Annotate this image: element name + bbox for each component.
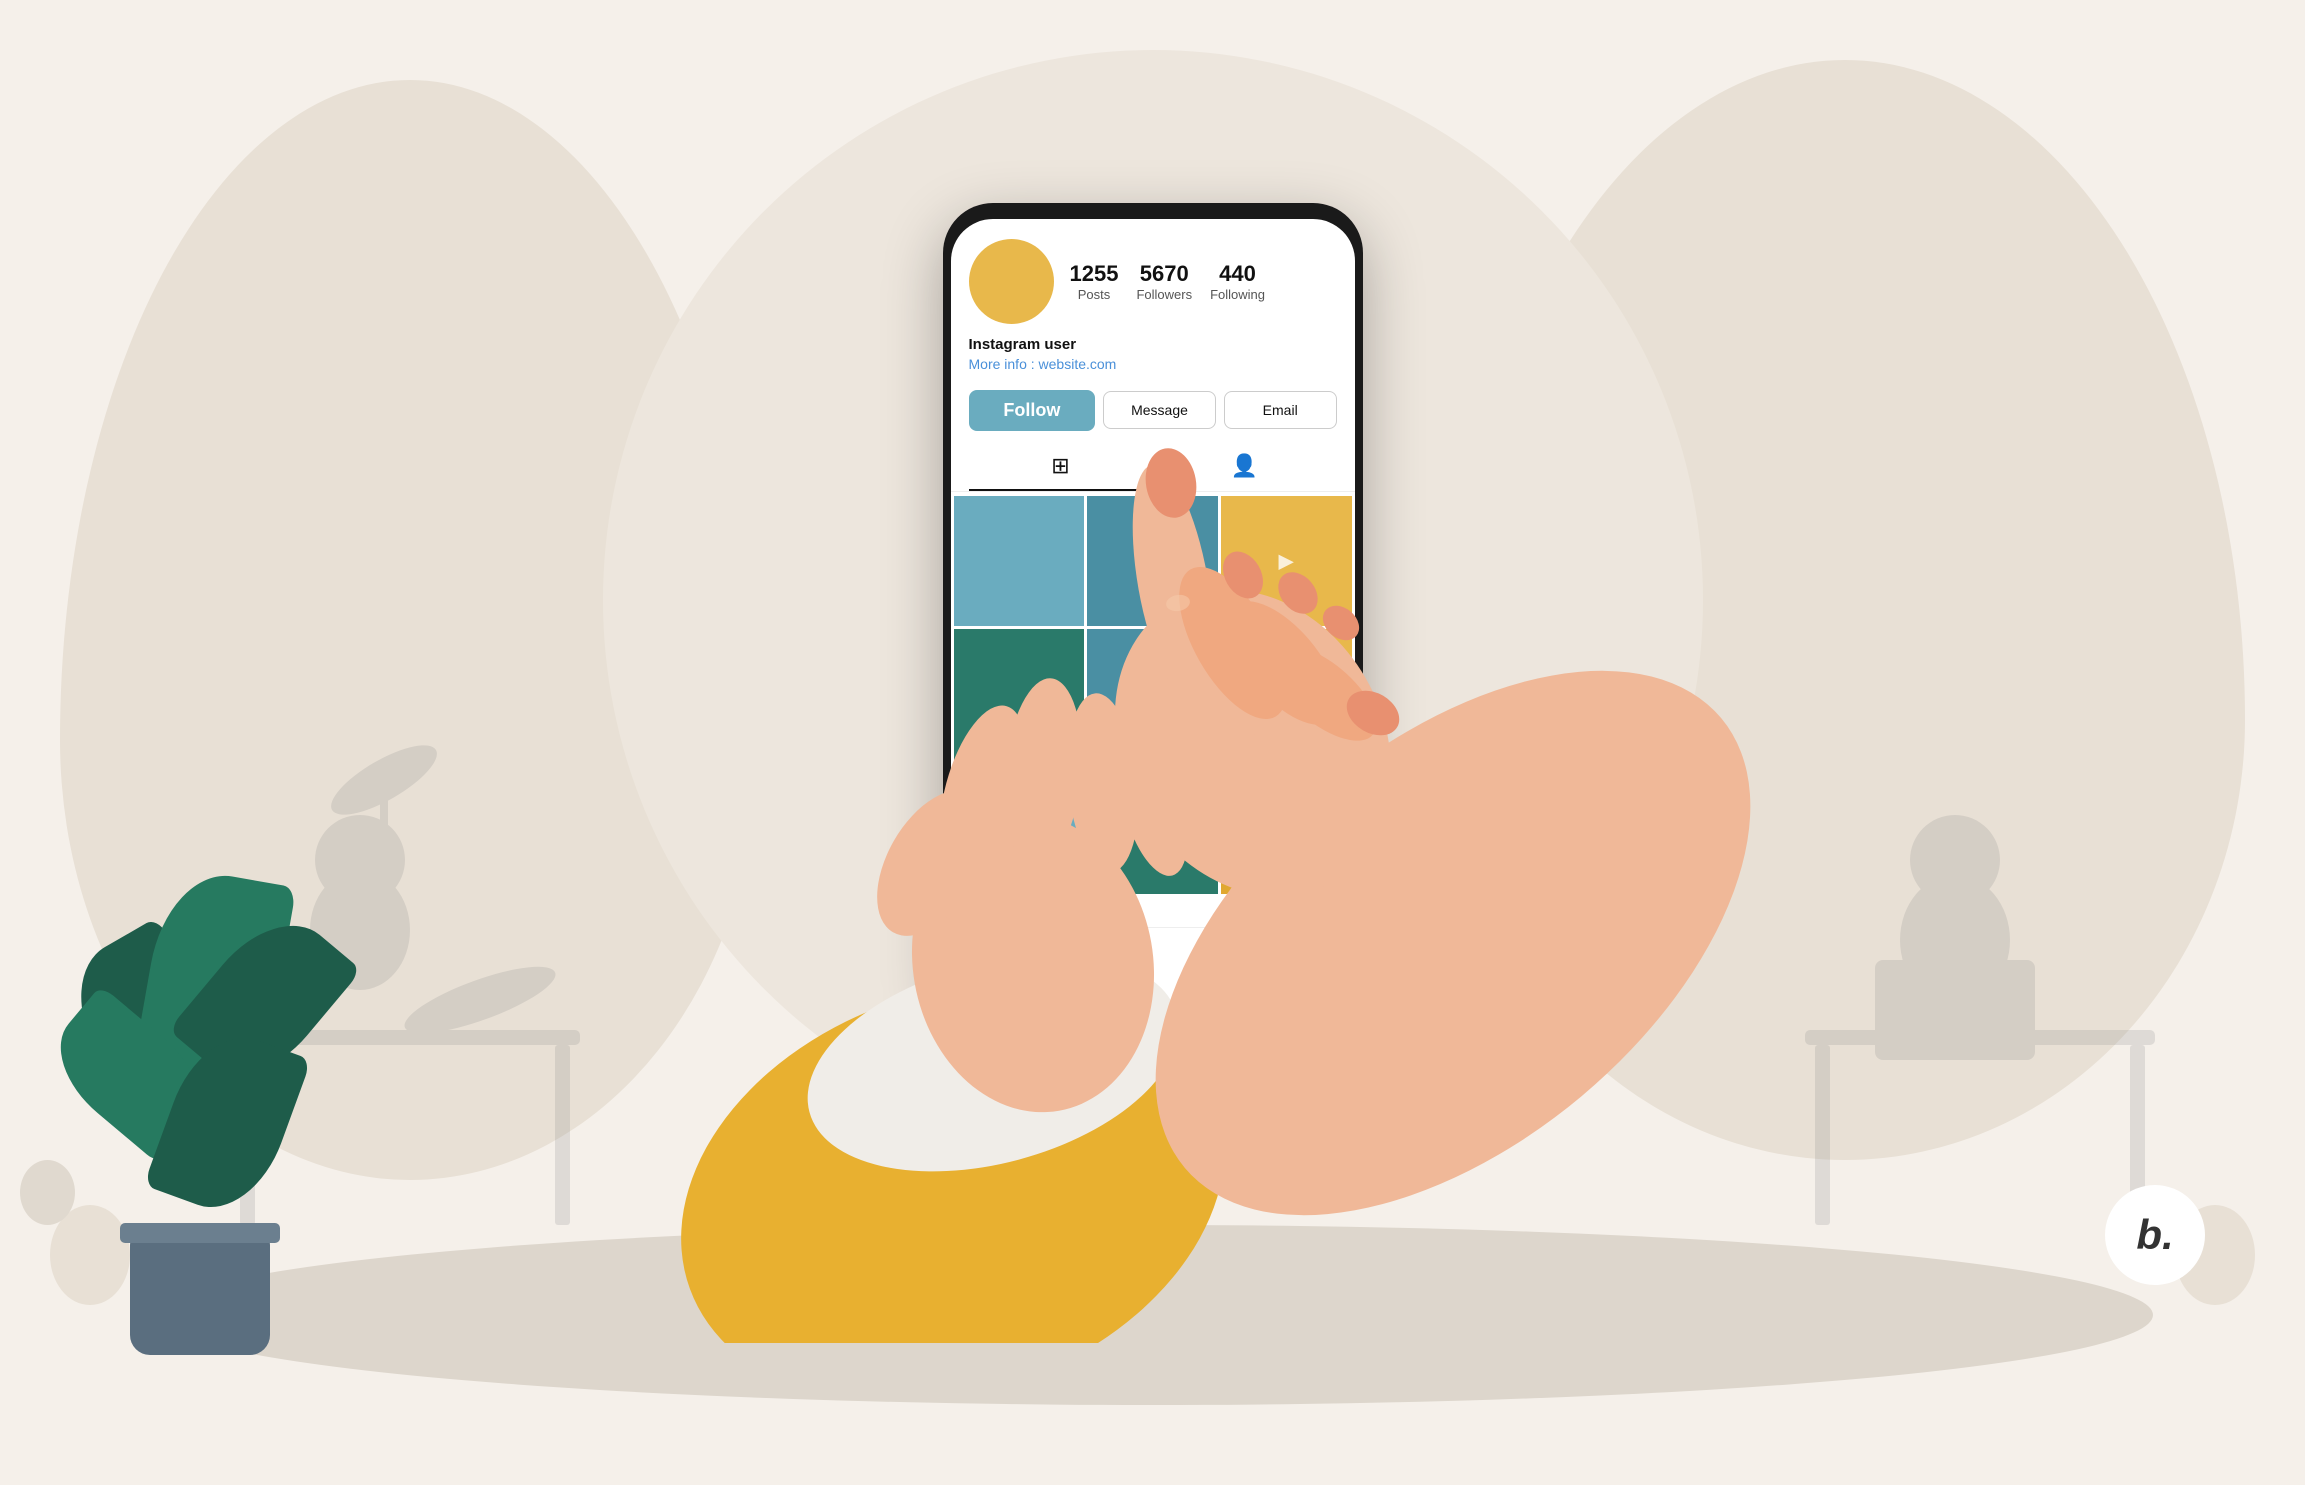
message-button[interactable]: Message [1103,391,1216,429]
phone-bottom-nav: 🏠 👤 [951,927,1355,1007]
profile-nav-icon[interactable]: 👤 [1229,953,1259,982]
play-icon: ▶ [1278,548,1293,573]
profile-avatar [969,239,1054,324]
decorative-blob-2 [20,1160,75,1225]
stat-followers: 5670 Followers [1136,261,1192,302]
brand-logo: b. [2105,1185,2205,1285]
grid-item-9 [1221,763,1352,894]
email-button[interactable]: Email [1224,391,1337,429]
photo-grid: ▶ ▶ [951,496,1355,894]
plant-decoration [130,1235,270,1355]
grid-item-6 [1221,629,1352,760]
grid-tab-icon[interactable]: ⊞ [969,443,1153,491]
stat-following: 440 Following [1210,261,1265,302]
grid-item-8 [1087,763,1218,894]
phone-screen: 1255 Posts 5670 Followers 440 Following … [951,219,1355,1007]
grid-item-2 [1087,496,1218,627]
profile-info: Instagram user More info : website.com [951,336,1355,382]
grid-item-4 [954,629,1085,760]
stat-posts: 1255 Posts [1070,261,1119,302]
phone-device: 1255 Posts 5670 Followers 440 Following … [943,203,1363,1023]
follow-button[interactable]: Follow [969,390,1096,431]
profile-tab-bar: ⊞ 👤 [951,443,1355,492]
profile-stats: 1255 Posts 5670 Followers 440 Following [1070,261,1266,302]
grid-item-5: ▶ [1087,629,1218,760]
action-buttons-row: Follow Message Email [951,382,1355,443]
grid-item-3: ▶ [1221,496,1352,627]
grid-item-7 [954,763,1085,894]
home-nav-icon[interactable]: 🏠 [1047,953,1077,982]
instagram-profile-header: 1255 Posts 5670 Followers 440 Following [951,219,1355,336]
play-icon-2: ▶ [1145,682,1160,707]
grid-item-1 [954,496,1085,627]
portrait-tab-icon[interactable]: 👤 [1153,443,1337,491]
